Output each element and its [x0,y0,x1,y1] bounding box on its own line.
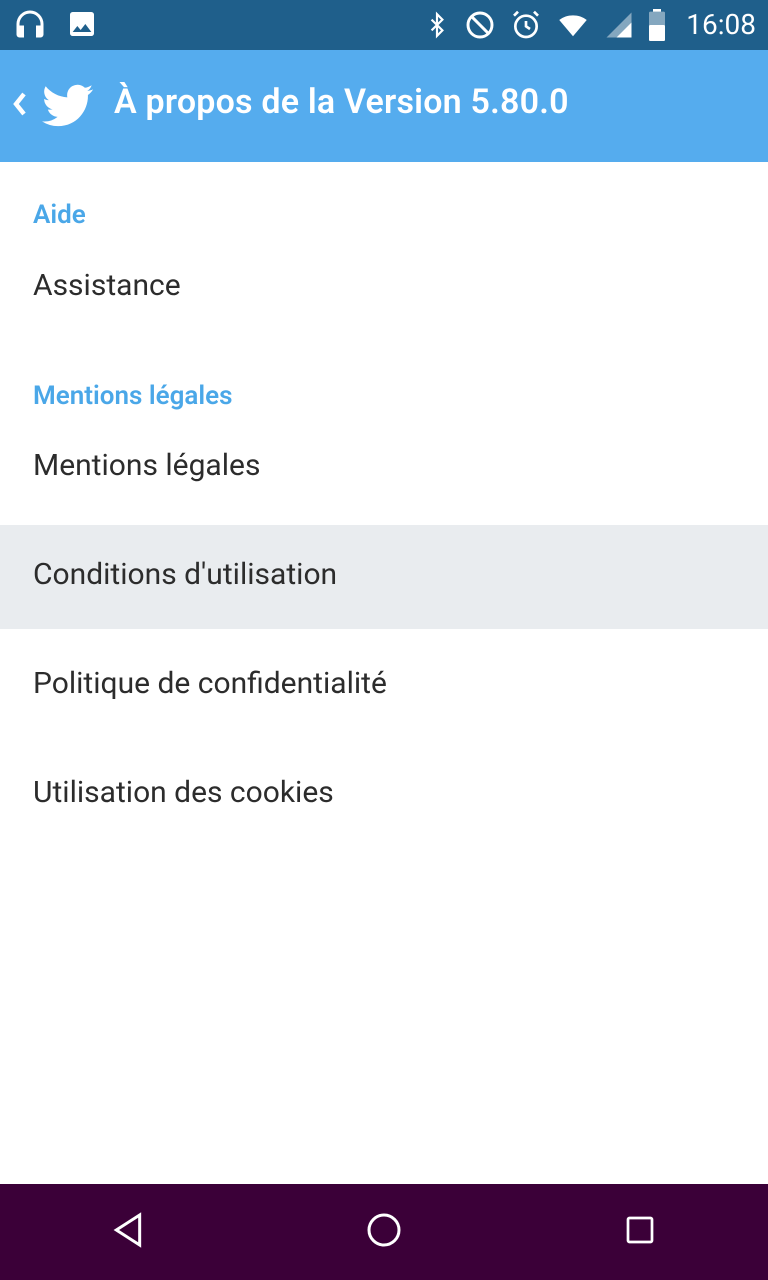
back-nav-button[interactable] [48,1184,208,1280]
recents-nav-icon [622,1212,658,1252]
twitter-bird-icon[interactable] [42,84,94,128]
list-item-mentions-legales[interactable]: Mentions légales [0,416,768,520]
list-item-assistance[interactable]: Assistance [0,236,768,340]
chevron-left-icon[interactable] [10,84,30,124]
list-item-politique-confidentialite[interactable]: Politique de confidentialité [0,634,768,738]
list-item-conditions-utilisation[interactable]: Conditions d'utilisation [0,525,768,629]
list-item-label: Assistance [33,268,181,303]
system-nav-bar [0,1184,768,1280]
home-nav-button[interactable] [304,1184,464,1280]
list-item-label: Politique de confidentialité [33,666,387,701]
recents-nav-button[interactable] [560,1184,720,1280]
headphones-icon [12,6,48,42]
image-icon [66,8,98,40]
page-title: À propos de la Version 5.80.0 [114,82,569,122]
signal-icon [604,10,634,40]
settings-list: Aide Assistance Mentions légales Mention… [0,162,768,1182]
battery-icon [648,9,666,41]
alarm-icon [510,9,542,41]
bluetooth-icon [424,8,450,42]
status-time: 16:08 [686,8,756,41]
back-nav-icon [108,1210,148,1254]
app-bar: À propos de la Version 5.80.0 [0,50,768,162]
list-item-label: Utilisation des cookies [33,775,334,810]
home-nav-icon [364,1210,404,1254]
list-item-utilisation-cookies[interactable]: Utilisation des cookies [0,743,768,847]
section-header-aide: Aide [33,200,86,230]
wifi-icon [556,10,590,40]
list-item-label: Mentions légales [33,448,261,483]
status-bar: 16:08 [0,0,768,50]
list-item-label: Conditions d'utilisation [33,557,338,592]
do-not-disturb-icon [464,9,496,41]
section-header-mentions-legales: Mentions légales [33,381,233,411]
